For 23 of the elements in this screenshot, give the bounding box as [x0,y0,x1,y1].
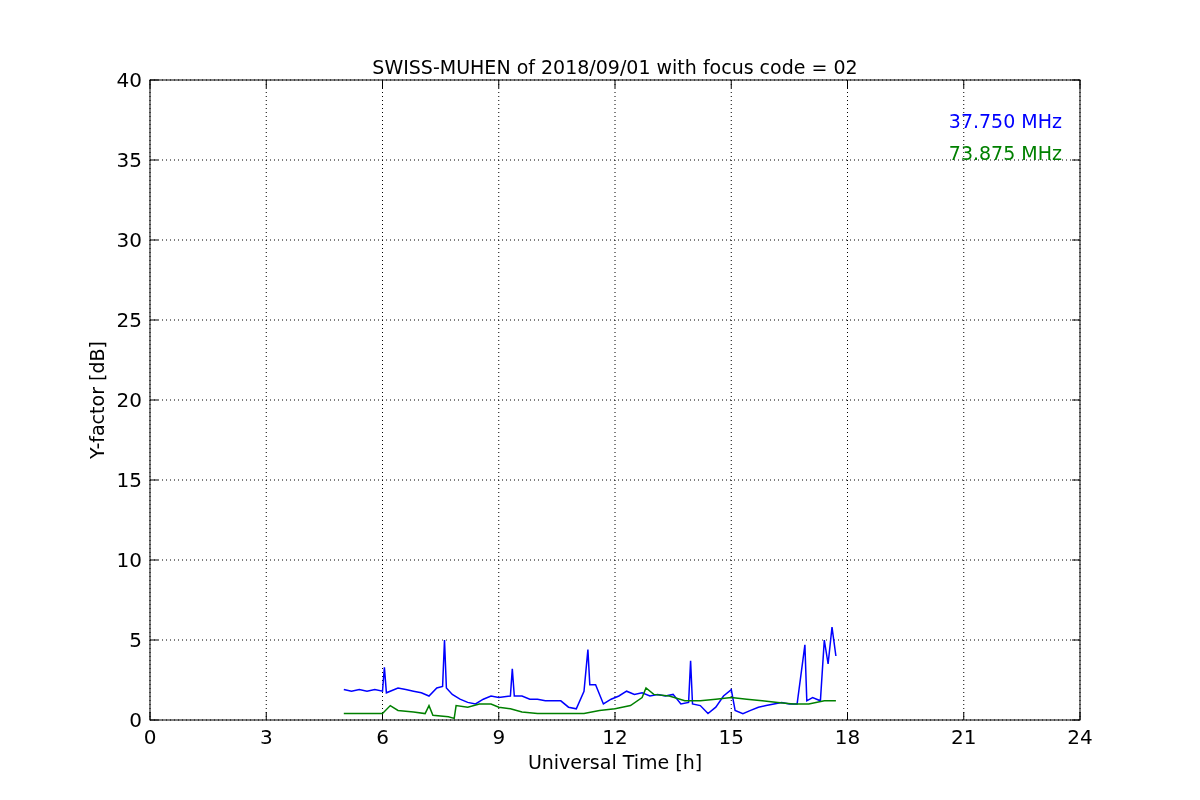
tick-label: 3 [259,725,273,749]
tick-label: 24 [1067,725,1093,749]
tick-label: 30 [116,228,142,252]
tick-label: 15 [718,725,744,749]
tick-label: 12 [602,725,628,749]
axis-label: Y-factor [dB] [86,341,108,459]
tick-label: 0 [129,708,142,732]
tick-label: 6 [376,725,389,749]
tick-label: 9 [492,725,506,749]
legend-label: 73.875 MHz [948,142,1062,164]
axis-label: Universal Time [h] [527,751,703,773]
tick-label: 18 [834,725,861,749]
tick-label: 5 [129,628,142,652]
tick-label: 25 [116,308,142,332]
tick-label: 40 [116,68,142,92]
tick-label: 21 [951,725,977,749]
legend-label: 37.750 MHz [948,110,1062,132]
chart-title: SWISS-MUHEN of 2018/09/01 with focus code = 02 [372,56,858,78]
tick-label: 10 [116,548,142,572]
tick-label: 35 [116,148,142,172]
tick-label: 0 [143,725,157,749]
tick-label: 15 [116,468,142,492]
tick-label: 20 [116,388,142,412]
